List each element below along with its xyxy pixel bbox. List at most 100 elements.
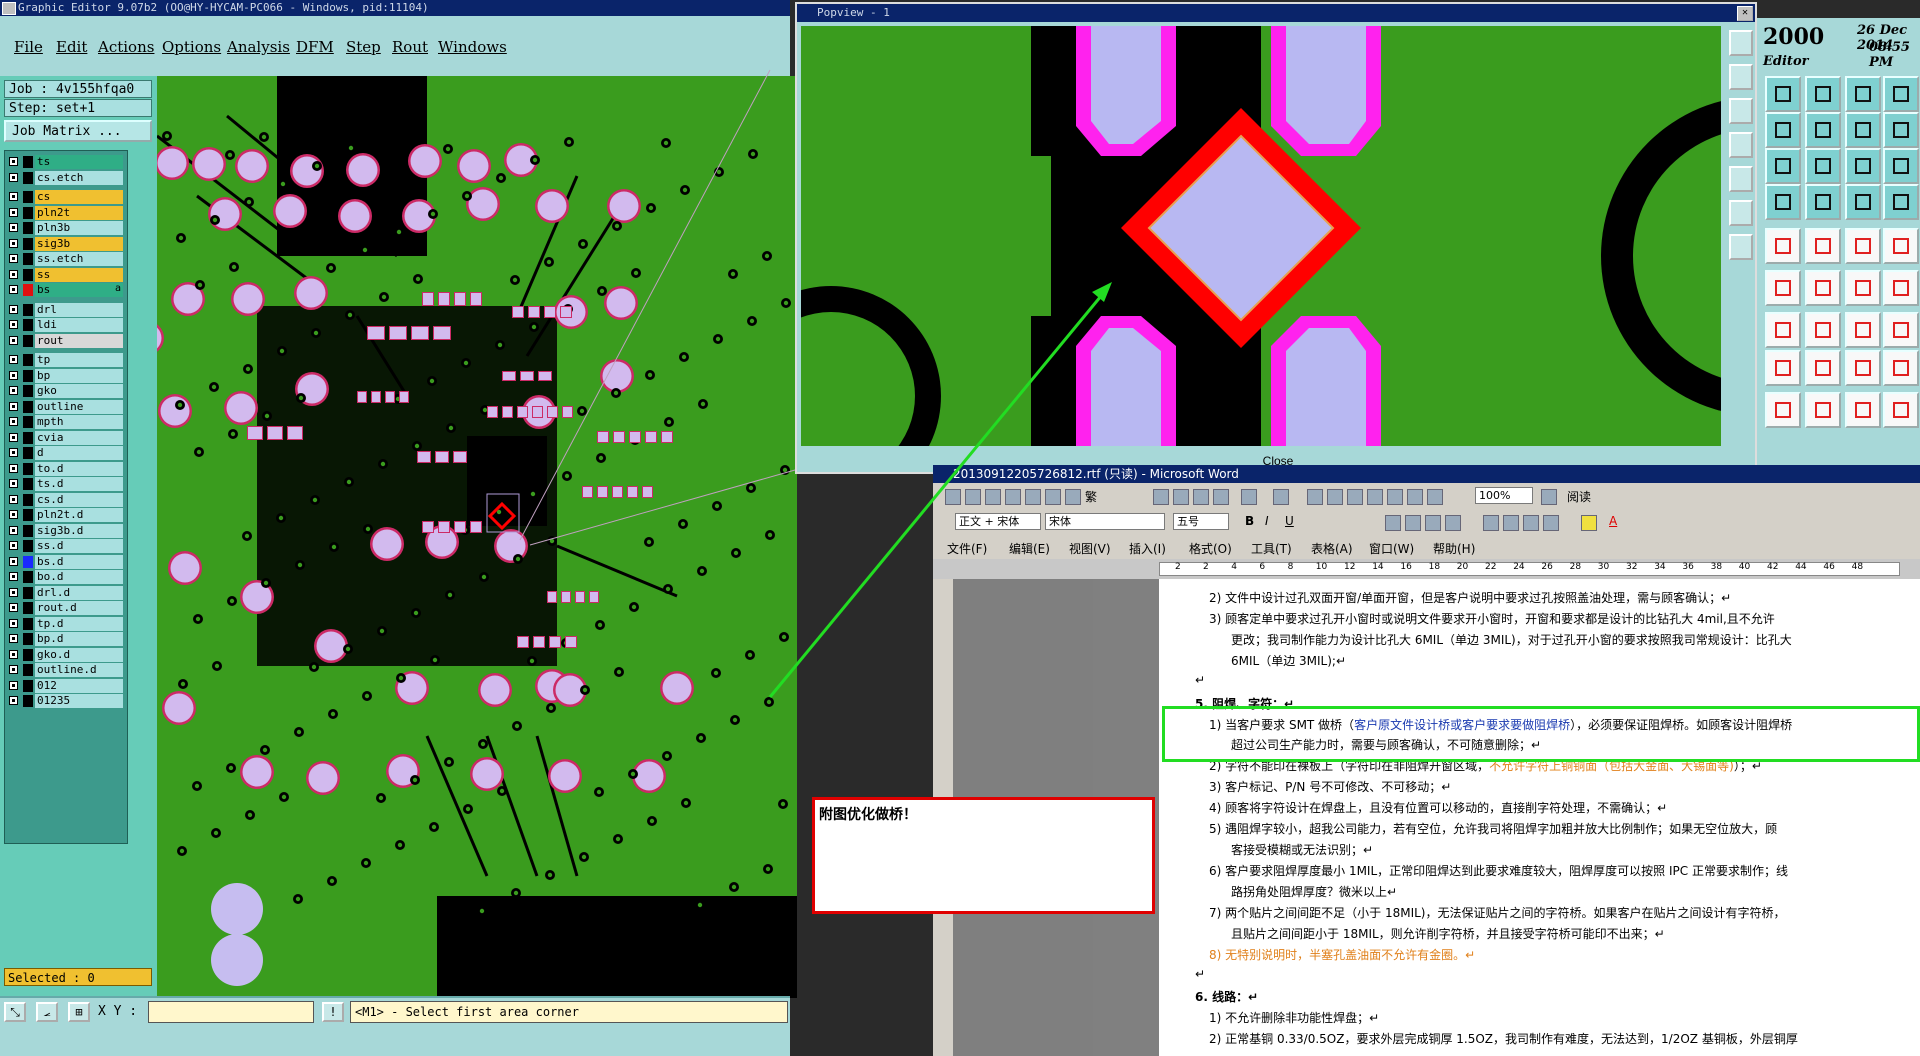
layer-checkbox[interactable]: [9, 479, 18, 488]
justify-icon[interactable]: [1445, 515, 1461, 531]
trace-icon[interactable]: [1845, 350, 1881, 386]
layer-name[interactable]: to.d: [35, 461, 123, 476]
layer-checkbox[interactable]: [9, 494, 18, 504]
layer-color-swatch[interactable]: [23, 555, 33, 568]
pad-icon[interactable]: [1883, 228, 1919, 264]
zoom-combo[interactable]: 100%: [1475, 487, 1533, 504]
layer-row-bo.d[interactable]: bo.d: [7, 570, 125, 584]
paste-icon[interactable]: [1193, 489, 1209, 505]
layer-name[interactable]: bo.d: [35, 570, 123, 584]
insert-table-icon[interactable]: [1347, 489, 1363, 505]
layer-row-drl[interactable]: drl: [7, 302, 125, 317]
line-icon[interactable]: [1845, 228, 1881, 264]
font-combo[interactable]: 宋体: [1045, 513, 1165, 530]
redo-icon[interactable]: [1273, 489, 1289, 505]
shift-right-icon[interactable]: [1805, 112, 1841, 148]
bold-icon[interactable]: B: [1245, 514, 1254, 528]
layer-checkbox[interactable]: [9, 680, 18, 690]
layer-row-01235[interactable]: 01235: [7, 694, 125, 708]
layer-color-swatch[interactable]: [23, 191, 33, 203]
layer-color-swatch[interactable]: [23, 284, 33, 296]
increase-indent-icon[interactable]: [1543, 515, 1559, 531]
triangle2-icon[interactable]: [1805, 392, 1841, 428]
triangle4-icon[interactable]: [1883, 392, 1919, 428]
email-icon[interactable]: [1025, 489, 1041, 505]
print-preview-icon[interactable]: [1065, 489, 1081, 505]
layer-color-swatch[interactable]: [23, 602, 33, 614]
word-menu-insert[interactable]: 插入(I): [1129, 540, 1166, 557]
layer-name[interactable]: ss.etch: [35, 252, 123, 266]
layer-color-swatch[interactable]: [23, 679, 33, 692]
menu-edit[interactable]: Edit: [56, 38, 87, 56]
layer-color-swatch[interactable]: [23, 206, 33, 219]
via-icon[interactable]: [1765, 350, 1801, 386]
align-left-icon[interactable]: [1385, 515, 1401, 531]
layer-row-d[interactable]: d: [7, 446, 125, 460]
pv-tool-icon[interactable]: [1729, 234, 1753, 260]
columns-icon[interactable]: [1387, 489, 1403, 505]
layer-row-tp[interactable]: tp: [7, 353, 125, 367]
triangle3-icon[interactable]: [1845, 392, 1881, 428]
format-painter-icon[interactable]: [1213, 489, 1229, 505]
layer-checkbox[interactable]: [9, 238, 18, 248]
layer-color-swatch[interactable]: [23, 416, 33, 428]
pcb-canvas[interactable]: [157, 76, 797, 998]
layer-name[interactable]: bp.d: [35, 632, 123, 646]
tables-borders-icon[interactable]: [1327, 489, 1343, 505]
italic-icon[interactable]: I: [1265, 514, 1269, 528]
word-menu-tools[interactable]: 工具(T): [1251, 540, 1292, 557]
layer-row-drl.d[interactable]: drl.d: [7, 585, 125, 600]
insert-excel-icon[interactable]: [1367, 489, 1383, 505]
layer-checkbox[interactable]: [9, 603, 18, 612]
document-page[interactable]: 2) 文件中设计过孔双面开窗/单面开窗，但是客户说明中要求过孔按照盖油处理，需与…: [1159, 579, 1920, 1056]
layer-checkbox[interactable]: [9, 463, 18, 473]
layer-row-ss.d[interactable]: ss.d: [7, 539, 125, 553]
layer-row-cs[interactable]: cs: [7, 190, 125, 204]
layer-checkbox[interactable]: [9, 541, 18, 550]
layer-color-swatch[interactable]: [23, 303, 33, 316]
new-icon[interactable]: [945, 489, 961, 505]
layer-name[interactable]: rout: [35, 333, 123, 348]
layer-checkbox[interactable]: [9, 157, 18, 166]
layer-name[interactable]: ss: [35, 267, 123, 282]
layer-checkbox[interactable]: [9, 696, 18, 705]
layer-name[interactable]: pln2t.d: [35, 508, 123, 522]
layer-color-swatch[interactable]: [23, 493, 33, 506]
layer-row-ss[interactable]: ss: [7, 267, 125, 282]
layer-color-swatch[interactable]: [23, 633, 33, 645]
hyperlink-icon[interactable]: [1307, 489, 1323, 505]
xy-input[interactable]: [148, 1001, 314, 1023]
layer-row-sig3b.d[interactable]: sig3b.d: [7, 523, 125, 538]
stroke-icon[interactable]: [1805, 312, 1841, 348]
mirror-icon[interactable]: [1883, 312, 1919, 348]
layer-checkbox[interactable]: [9, 254, 18, 263]
word-menu-table[interactable]: 表格(A): [1311, 540, 1353, 557]
pv-tool-icon[interactable]: [1729, 200, 1753, 226]
layer-name[interactable]: ss.d: [35, 539, 123, 553]
word-menu-file[interactable]: 文件(F): [947, 540, 987, 557]
menu-rout[interactable]: Rout: [392, 38, 428, 56]
copy-icon[interactable]: [1173, 489, 1189, 505]
menu-step[interactable]: Step: [346, 38, 381, 56]
font-size-combo[interactable]: 五号: [1173, 513, 1229, 530]
layer-row-012[interactable]: 012: [7, 678, 125, 693]
layer-name[interactable]: drl: [35, 302, 123, 317]
style-combo[interactable]: 正文 + 宋体: [955, 513, 1041, 530]
highlight-icon[interactable]: [1581, 515, 1597, 531]
layer-name[interactable]: pln2t: [35, 205, 123, 220]
layer-row-ts[interactable]: ts: [7, 155, 125, 169]
layer-color-swatch[interactable]: [23, 617, 33, 630]
layer-checkbox[interactable]: [9, 618, 18, 628]
arc-icon[interactable]: [1765, 312, 1801, 348]
layer-row-pln3b[interactable]: pln3b: [7, 221, 125, 235]
layer-name[interactable]: pln3b: [35, 221, 123, 235]
pv-tool-icon[interactable]: [1729, 132, 1753, 158]
rotate-icon[interactable]: [1845, 312, 1881, 348]
layer-checkbox[interactable]: [9, 172, 18, 182]
open-icon[interactable]: [965, 489, 981, 505]
popview-canvas[interactable]: [801, 26, 1721, 446]
layer-row-ss.etch[interactable]: ss.etch: [7, 252, 125, 266]
layer-row-cs.d[interactable]: cs.d: [7, 492, 125, 507]
print-icon[interactable]: [1045, 489, 1061, 505]
layer-name[interactable]: cs: [35, 190, 123, 204]
